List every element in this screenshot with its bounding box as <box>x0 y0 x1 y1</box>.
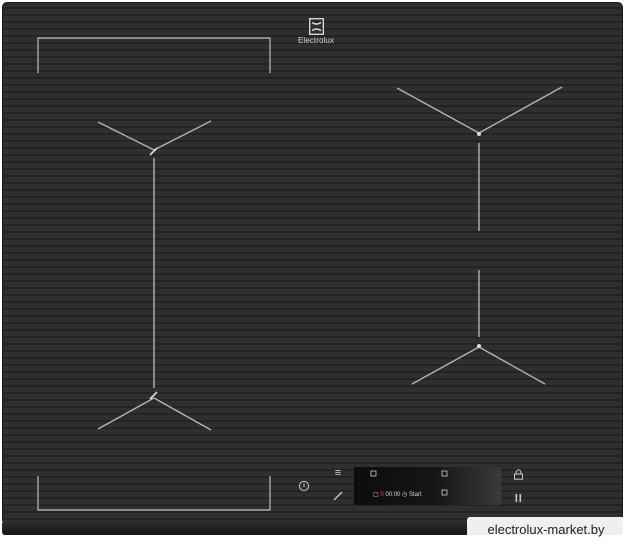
corner-zone-icon <box>441 470 448 477</box>
edit-button[interactable] <box>332 489 344 501</box>
zone-right-top <box>396 86 563 231</box>
display-icons <box>370 470 448 496</box>
menu-icon[interactable]: ≡ <box>332 468 344 479</box>
pencil-icon <box>333 491 343 501</box>
power-level: 0 <box>380 492 384 498</box>
flex-zone-top-marker <box>37 37 271 73</box>
pause-icon <box>515 494 522 502</box>
zone-indicator-right-bottom <box>477 344 481 348</box>
display-status: ▢ 0 00:00 ◷ Start <box>373 492 422 498</box>
corner-zone-icon <box>441 489 448 496</box>
start-label[interactable]: Start <box>409 492 422 498</box>
lock-button[interactable] <box>513 467 524 480</box>
timer-readout: 00:00 <box>385 492 401 498</box>
electrolux-logo-icon <box>308 18 324 35</box>
bridge-zone-left <box>97 120 212 431</box>
power-icon <box>298 480 310 492</box>
zone-indicator-right-top <box>477 132 481 136</box>
watermark: electrolux-market.by <box>467 517 625 542</box>
brand-name: Electrolux <box>297 36 335 45</box>
zone-right-bottom <box>411 270 546 385</box>
corner-zone-icon <box>370 470 377 477</box>
brand-logo: Electrolux <box>286 18 346 45</box>
flex-zone-bottom-marker <box>37 476 271 511</box>
pause-button[interactable] <box>514 490 523 502</box>
control-display[interactable]: ▢ 0 00:00 ◷ Start <box>354 467 501 505</box>
cooking-zones <box>37 37 563 511</box>
lock-icon <box>514 469 523 480</box>
power-button[interactable] <box>298 479 310 492</box>
